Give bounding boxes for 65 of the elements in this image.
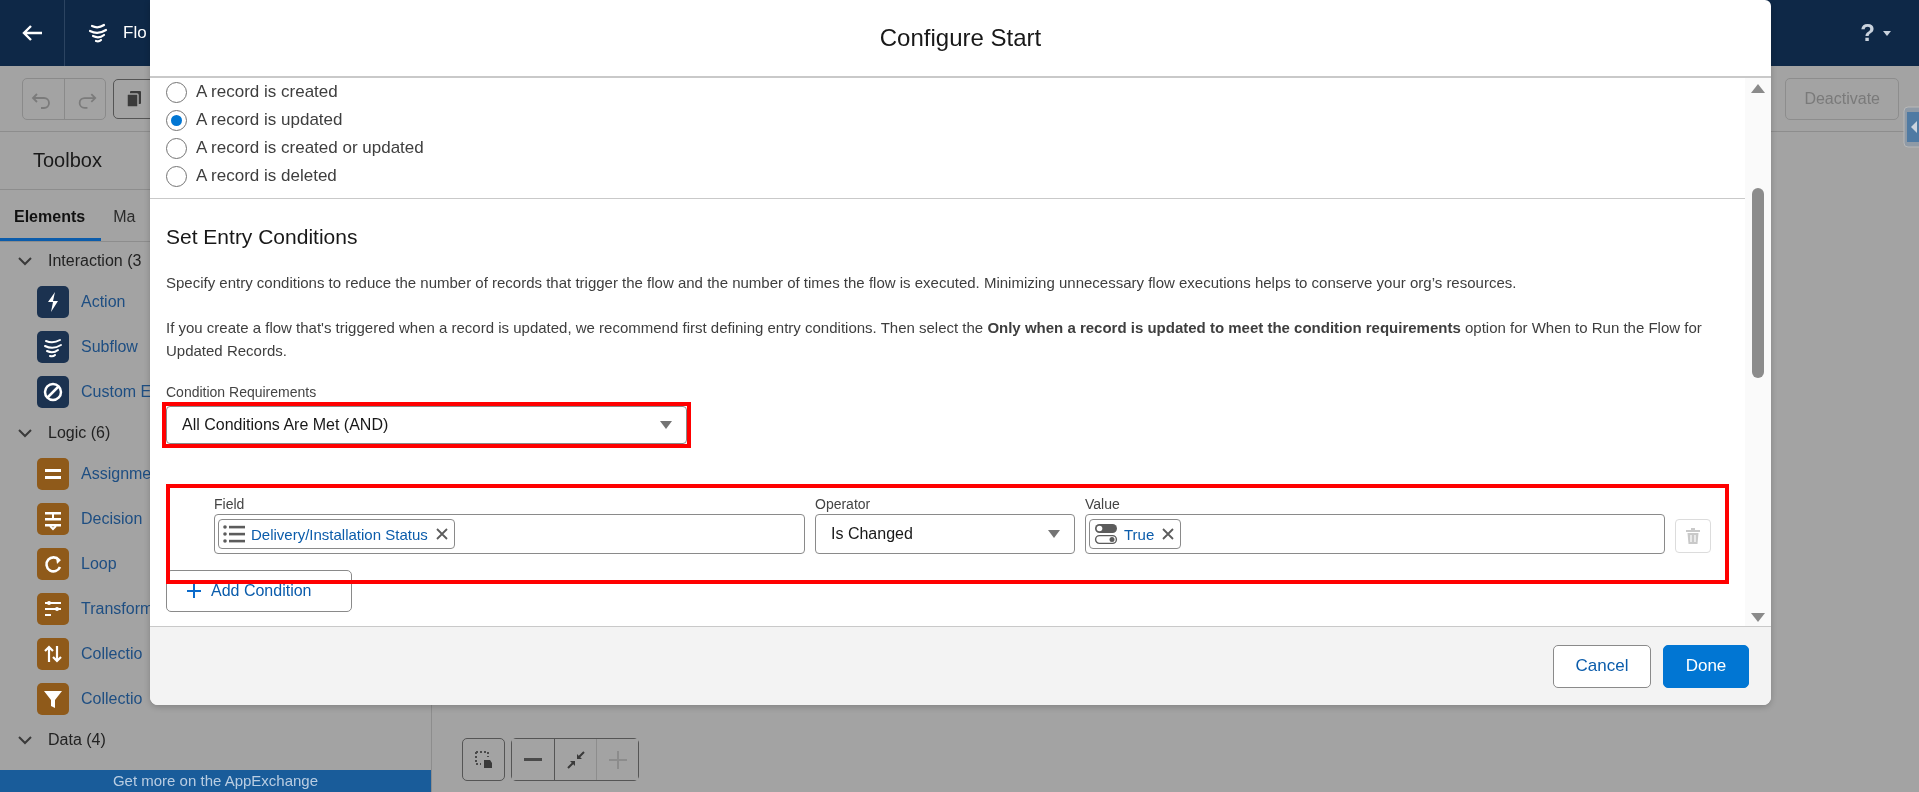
shrink-icon bbox=[565, 749, 586, 770]
help-button[interactable]: ? bbox=[1860, 19, 1891, 47]
plus-icon bbox=[187, 584, 201, 598]
radio-button[interactable] bbox=[166, 165, 187, 187]
radio-label[interactable]: A record is created bbox=[196, 82, 338, 102]
app-title: Flo bbox=[123, 23, 147, 43]
field-label: Operator bbox=[815, 496, 872, 512]
dropdown-arrow-icon bbox=[660, 421, 672, 429]
caret-icon bbox=[1883, 30, 1891, 36]
description-text: Specify entry conditions to reduce the number of records that trigger the flow and the number of times the flow is executed. Minimizing unnecessary flow executions helps to conserve your org’s resources. bbox=[166, 273, 1518, 293]
trash-icon bbox=[1686, 528, 1700, 544]
element-link[interactable]: Subflow bbox=[81, 337, 138, 356]
element-link[interactable]: Custom E bbox=[81, 382, 152, 401]
element-link[interactable]: Transform bbox=[81, 599, 154, 618]
group-label[interactable]: Data (4) bbox=[48, 730, 106, 749]
operator-dropdown[interactable]: Is Changed bbox=[815, 514, 1075, 554]
scroll-thumb[interactable] bbox=[1752, 188, 1764, 378]
select-button[interactable] bbox=[462, 738, 505, 781]
value-input[interactable]: True bbox=[1085, 514, 1665, 554]
radio-label[interactable]: A record is deleted bbox=[196, 166, 337, 186]
field-pill[interactable]: Delivery/Installation Status bbox=[218, 519, 455, 549]
modal-title: Configure Start bbox=[879, 24, 1042, 52]
element-link[interactable]: Action bbox=[81, 292, 126, 311]
selection-icon bbox=[473, 749, 494, 770]
back-icon[interactable] bbox=[21, 24, 43, 42]
field-input[interactable]: Delivery/Installation Status bbox=[214, 514, 805, 554]
close-icon[interactable] bbox=[1162, 528, 1175, 540]
scroll-down-icon[interactable] bbox=[1751, 613, 1765, 622]
group-label[interactable]: Interaction (3 bbox=[48, 251, 142, 270]
appexchange-link[interactable]: Get more on the AppExchange bbox=[0, 770, 431, 792]
element-link[interactable]: Decision bbox=[81, 509, 143, 528]
condition-requirements-dropdown[interactable]: All Conditions Are Met (AND) bbox=[166, 406, 687, 444]
element-link[interactable]: Assignme bbox=[81, 464, 152, 483]
element-link[interactable]: Collectio bbox=[81, 689, 143, 708]
flow-icon bbox=[87, 22, 109, 44]
list-icon bbox=[223, 525, 245, 543]
section-title: Set Entry Conditions bbox=[166, 225, 359, 249]
toolbox-title: Toolbox bbox=[33, 149, 102, 172]
toggle-icon bbox=[1094, 523, 1118, 545]
element-link[interactable]: Collectio bbox=[81, 644, 143, 663]
radio-label[interactable]: A record is created or updated bbox=[196, 138, 424, 158]
cancel-button[interactable]: Cancel bbox=[1553, 644, 1651, 688]
field-label: Value bbox=[1085, 496, 1121, 512]
note-text: If you create a flow that's triggered when a record is updated, we recommend first defining entry conditions. Then select the Only when a record is updated to meet the condition requirements option for When to Run the Flow for Updated Records. bbox=[166, 318, 1703, 361]
value-pill[interactable]: True bbox=[1089, 519, 1182, 549]
group-label[interactable]: Logic (6) bbox=[48, 423, 111, 442]
collapse-tab-icon[interactable] bbox=[1903, 106, 1919, 148]
radio-button[interactable] bbox=[166, 109, 187, 131]
add-condition-button[interactable]: Add Condition bbox=[166, 570, 352, 612]
minus-icon bbox=[524, 757, 542, 762]
tab[interactable]: Ma bbox=[101, 190, 136, 241]
close-icon[interactable] bbox=[435, 528, 448, 540]
scrollbar[interactable] bbox=[1745, 78, 1771, 626]
radio-button[interactable] bbox=[166, 137, 187, 159]
tab[interactable]: Elements bbox=[0, 190, 102, 241]
field-label: Condition Requirements bbox=[166, 384, 318, 400]
radio-label[interactable]: A record is updated bbox=[196, 110, 343, 130]
element-link[interactable]: Loop bbox=[81, 554, 117, 573]
dropdown-arrow-icon bbox=[1048, 530, 1060, 538]
copy-icon bbox=[126, 89, 142, 108]
radio-button[interactable] bbox=[166, 81, 187, 103]
scroll-up-icon[interactable] bbox=[1751, 84, 1765, 93]
delete-button[interactable] bbox=[1675, 519, 1711, 553]
field-label: Field bbox=[214, 496, 246, 512]
done-button[interactable]: Done bbox=[1663, 644, 1749, 688]
